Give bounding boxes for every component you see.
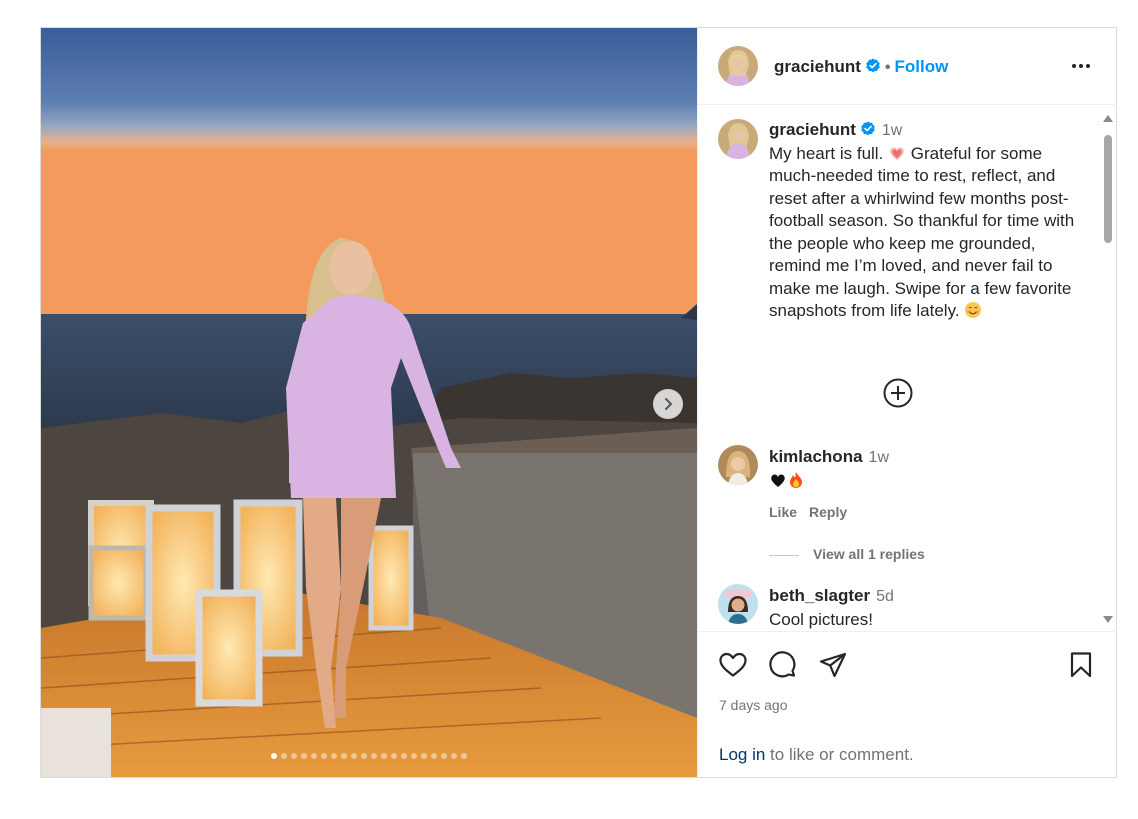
carousel-dot	[461, 753, 467, 759]
fire-emoji	[790, 472, 802, 488]
follow-button[interactable]: Follow	[895, 57, 949, 76]
comment-time[interactable]: 5d	[876, 588, 894, 605]
post-actions-footer: 7 days ago Log in to like or comment.	[698, 631, 1117, 778]
caption-text-start: My heart is full.	[769, 143, 884, 163]
replies-divider	[769, 554, 799, 556]
carousel-indicator	[41, 753, 697, 759]
caption-avatar[interactable]	[718, 119, 758, 159]
carousel-dot	[371, 753, 377, 759]
carousel-dot	[311, 753, 317, 759]
view-replies-label: View all 1 replies	[813, 546, 925, 562]
carousel-dot	[331, 753, 337, 759]
comment-text: Cool pictures!	[769, 610, 873, 629]
login-prompt-text: to like or comment.	[765, 745, 914, 764]
separator-dot: •	[884, 59, 891, 76]
caption-time[interactable]: 1w	[882, 122, 902, 139]
scrollbar-thumb[interactable]	[1104, 135, 1112, 243]
view-replies-button[interactable]: View all 1 replies	[769, 546, 925, 562]
carousel-dot	[351, 753, 357, 759]
black-heart-emoji	[771, 474, 785, 487]
login-link[interactable]: Log in	[719, 745, 765, 764]
author-avatar[interactable]	[718, 46, 758, 86]
comment-username[interactable]: kimlachona	[769, 447, 863, 466]
smiling-emoji	[965, 302, 982, 318]
commenter-avatar[interactable]	[718, 445, 758, 485]
comments-scrollbar[interactable]	[1101, 113, 1115, 625]
verified-badge-icon	[866, 58, 880, 73]
caption-username[interactable]: graciehunt	[769, 120, 856, 139]
chevron-right-icon	[665, 398, 672, 410]
carousel-dot	[401, 753, 407, 759]
author-username[interactable]: graciehunt	[774, 57, 861, 76]
carousel-dot	[431, 753, 437, 759]
carousel-dot	[421, 753, 427, 759]
login-prompt: Log in to like or comment.	[719, 745, 914, 765]
carousel-dot	[441, 753, 447, 759]
heart-icon[interactable]	[718, 650, 748, 680]
bookmark-icon[interactable]	[1066, 650, 1096, 680]
verified-badge-icon	[861, 121, 875, 136]
carousel-dot	[281, 753, 287, 759]
comments-section[interactable]: graciehunt 1w My heart is full. Grateful …	[698, 105, 1117, 631]
next-slide-button[interactable]	[653, 389, 683, 419]
more-options-icon[interactable]	[1069, 56, 1093, 76]
post-card: graciehunt • Follow graciehunt 1w My heart …	[40, 27, 1117, 778]
like-comment-button[interactable]: Like	[769, 504, 797, 520]
heart-hands-emoji	[890, 147, 904, 160]
post-timestamp[interactable]: 7 days ago	[719, 697, 788, 713]
carousel-dot	[411, 753, 417, 759]
post-photo[interactable]	[41, 28, 697, 777]
carousel-dot	[381, 753, 387, 759]
post-side-panel: graciehunt • Follow graciehunt 1w My heart …	[697, 28, 1117, 777]
scroll-up-arrow[interactable]	[1103, 115, 1113, 122]
carousel-dot	[341, 753, 347, 759]
photo-scene	[41, 28, 697, 777]
scroll-down-arrow[interactable]	[1103, 616, 1113, 623]
carousel-dot	[391, 753, 397, 759]
commenter-avatar[interactable]	[718, 584, 758, 624]
carousel-dot	[291, 753, 297, 759]
comment-username[interactable]: beth_slagter	[769, 586, 870, 605]
carousel-dot	[451, 753, 457, 759]
carousel-dot	[321, 753, 327, 759]
add-circle-icon[interactable]	[882, 377, 914, 409]
share-icon[interactable]	[818, 650, 848, 680]
post-header: graciehunt • Follow	[698, 28, 1117, 105]
comment-icon[interactable]	[768, 650, 798, 680]
carousel-dot	[301, 753, 307, 759]
carousel-dot	[271, 753, 277, 759]
caption-text-rest: Grateful for some much-needed time to re…	[769, 143, 1075, 321]
carousel-dot	[361, 753, 367, 759]
reply-comment-button[interactable]: Reply	[809, 504, 847, 520]
comment-time[interactable]: 1w	[869, 449, 889, 466]
